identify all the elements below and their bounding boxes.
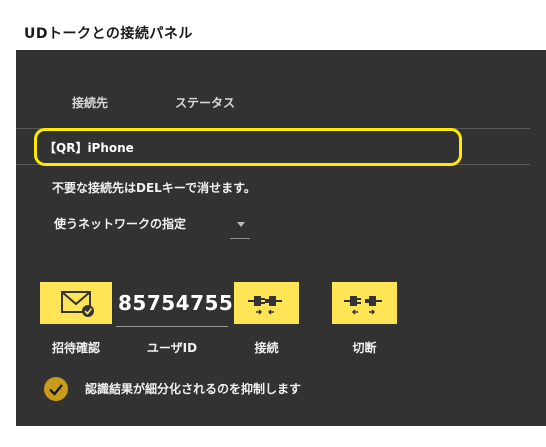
network-label: 使うネットワークの指定 [54,217,187,231]
disconnect-label: 切断 [352,341,377,355]
mail-check-icon [61,291,94,317]
invite-confirm-button[interactable] [40,282,112,324]
column-header-target[interactable]: 接続先 [72,94,108,111]
delete-hint: 不要な接続先はDELキーで消せます。 [52,181,256,195]
window-bottom [0,426,546,447]
user-id-label: ユーザID [146,341,198,355]
invite-confirm-label: 招待確認 [51,341,100,355]
window-title: UDトークとの接続パネル [24,26,193,42]
chevron-down-icon [237,222,245,227]
user-id-value: 85754755 [118,291,234,315]
suppress-fragment-checkbox[interactable] [44,377,68,401]
connect-button[interactable] [234,282,299,324]
connect-label: 接続 [254,341,279,355]
plug-disconnect-icon [344,296,382,315]
column-header-status[interactable]: ステータス [175,94,235,111]
network-dropdown[interactable] [230,212,250,239]
connection-name: 【QR】iPhone [44,141,134,155]
checkmark-icon [49,384,63,396]
title-bar: UDトークとの接続パネル [0,0,546,50]
user-id-underline [116,326,228,327]
suppress-fragment-label: 認識結果が細分化されるのを抑制します [85,382,302,396]
disconnect-button[interactable] [332,282,397,324]
plug-connect-icon [248,296,282,315]
